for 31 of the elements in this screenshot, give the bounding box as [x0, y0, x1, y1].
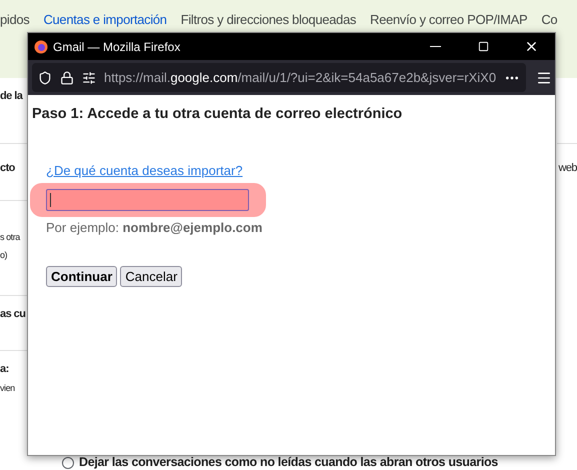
lock-icon[interactable] — [60, 70, 74, 84]
continue-button[interactable]: Continuar — [46, 266, 118, 287]
step-heading: Paso 1: Accede a tu otra cuenta de correo electrónico — [32, 105, 404, 124]
address-bar[interactable]: https://mail.google.com/mail/u/1/?ui=2&ik=54a5a67e2b&jsver=rXiX0 — [32, 63, 526, 92]
text-cursor — [50, 193, 51, 208]
setting-label-fragment: as cu — [0, 307, 26, 322]
email-input-field[interactable] — [46, 189, 249, 212]
setting-label-fragment: o) — [0, 248, 8, 262]
example-hint: Por ejemplo: nombre@ejemplo.com — [46, 219, 264, 238]
permissions-icon[interactable] — [82, 70, 96, 84]
minimize-icon — [430, 46, 440, 48]
settings-tab[interactable]: Cuentas e importación — [43, 12, 167, 28]
setting-label-fragment: de la — [0, 89, 24, 104]
setting-label-fragment: cto — [0, 161, 16, 176]
tracking-protection-icon[interactable] — [38, 70, 52, 84]
settings-tab[interactable]: Co — [541, 12, 558, 28]
settings-tab[interactable]: pidos — [0, 12, 30, 28]
settings-tab[interactable]: Filtros y direcciones bloqueadas — [180, 12, 356, 28]
setting-label-fragment: a: — [0, 362, 10, 377]
menu-icon[interactable] — [536, 70, 552, 86]
browser-logo-icon — [34, 40, 48, 54]
field-label[interactable]: ¿De qué cuenta deseas importar? — [46, 160, 551, 180]
cancel-button[interactable]: Cancelar — [120, 266, 182, 287]
radio-label: Dejar las conversaciones como no leídas cuando las abran otros usuarios — [79, 456, 498, 469]
setting-label-fragment: s otra — [0, 231, 22, 244]
window-title: Gmail — Mozilla Firefox — [53, 38, 180, 56]
maximize-icon — [478, 41, 488, 52]
setting-text-fragment: web — [558, 161, 577, 176]
setting-label-fragment: vien — [0, 382, 16, 394]
settings-tab[interactable]: Reenvío y correo POP/IMAP — [370, 12, 528, 28]
url-text: https://mail.google.com/mail/u/1/?ui=2&ik=54a5a67e2b&jsver=rXiX0 — [104, 68, 496, 87]
